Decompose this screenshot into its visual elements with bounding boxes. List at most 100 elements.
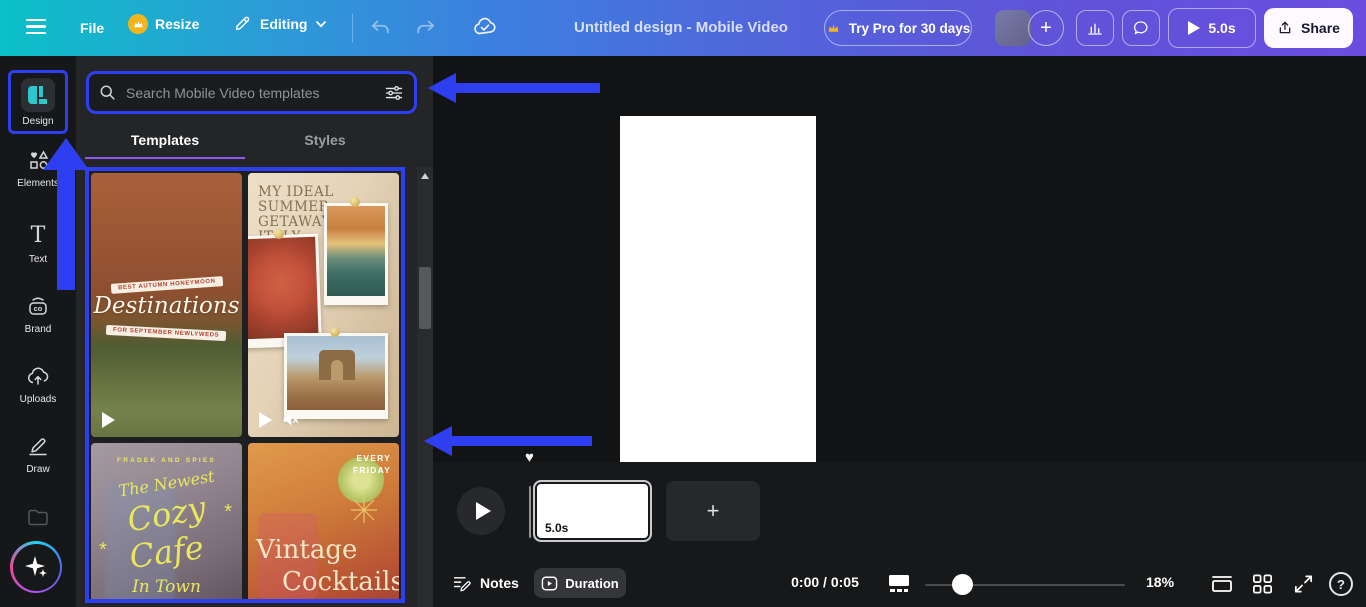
filter-sliders-icon[interactable]	[384, 84, 404, 102]
play-icon	[1188, 21, 1200, 35]
template-ribbon: FOR SEPTEMBER NEWLYWEDS	[106, 325, 227, 341]
search-input[interactable]	[124, 84, 376, 102]
tab-templates[interactable]: Templates	[85, 126, 245, 159]
undo-button[interactable]	[369, 18, 391, 38]
scroll-up-icon[interactable]	[421, 173, 429, 179]
template-card-italy-getaway[interactable]: MY IDEAL SUMMER GETAWAY IN ITALY	[248, 173, 399, 437]
template-badge: EVERY FRIDAY	[341, 453, 391, 477]
sidebar-item-brand[interactable]: co Brand	[0, 294, 76, 335]
magic-assistant-button[interactable]	[10, 541, 62, 593]
help-button[interactable]: ?	[1329, 572, 1353, 596]
folder-icon	[25, 505, 51, 529]
mute-icon	[282, 412, 299, 428]
pages-view-icon[interactable]	[1210, 573, 1234, 595]
fullscreen-icon[interactable]	[1292, 573, 1315, 595]
sparkle-asterisk: *	[224, 501, 232, 524]
zoom-level[interactable]: 18%	[1146, 574, 1174, 590]
present-play-button[interactable]: 5.0s	[1168, 8, 1256, 48]
timeline-view-icon[interactable]	[887, 573, 911, 595]
template-title: Destinations	[91, 293, 242, 319]
scrollbar-thumb[interactable]	[419, 267, 431, 329]
zoom-slider-thumb[interactable]	[952, 574, 973, 595]
plus-icon: +	[1040, 17, 1052, 40]
search-bar[interactable]	[86, 71, 417, 114]
timeline-play-button[interactable]	[457, 487, 505, 535]
notes-icon	[452, 574, 471, 592]
sidebar-item-design[interactable]: Design	[8, 70, 68, 134]
template-ribbon: BEST AUTUMN HONEYMOON	[110, 276, 222, 294]
search-icon	[99, 84, 116, 101]
sidebar-item-elements[interactable]: Elements	[0, 148, 76, 189]
menu-icon[interactable]	[26, 15, 46, 38]
template-subtitle: FRADEK AND SPIES	[91, 457, 242, 464]
plus-icon: +	[707, 498, 720, 524]
polaroid-venice	[324, 203, 388, 305]
top-bar: File Resize Editing Untitled design - Mo…	[0, 0, 1366, 56]
avatar[interactable]	[995, 10, 1031, 46]
duration-button[interactable]: Duration	[534, 568, 626, 598]
add-page-button[interactable]: +	[666, 481, 760, 541]
sparkle-asterisk: *	[99, 539, 107, 562]
sidebar-item-projects[interactable]	[0, 505, 76, 529]
redo-button[interactable]	[415, 18, 437, 38]
question-mark-icon: ?	[1337, 577, 1345, 592]
insights-button[interactable]	[1076, 10, 1114, 46]
comment-bubble-icon	[1132, 19, 1150, 37]
notes-button[interactable]: Notes	[452, 574, 519, 592]
pencil-icon	[233, 14, 252, 33]
template-line: Cocktails	[282, 567, 399, 597]
chevron-down-icon	[315, 18, 327, 30]
polaroid-pizza	[248, 234, 322, 349]
sidebar-item-uploads[interactable]: Uploads	[0, 364, 76, 405]
design-page[interactable]	[620, 116, 816, 462]
crown-icon	[826, 22, 841, 35]
add-member-button[interactable]: +	[1028, 10, 1064, 46]
page-duration-label: 5.0s	[545, 521, 568, 535]
toolbar-divider	[352, 14, 353, 42]
document-title[interactable]: Untitled design - Mobile Video	[540, 19, 822, 36]
status-bar: Notes Duration 0:00 / 0:05 18%	[433, 572, 1366, 607]
templates-grid: BEST AUTUMN HONEYMOON Destinations FOR S…	[85, 167, 405, 603]
cloud-upload-icon	[25, 364, 51, 388]
grid-view-icon[interactable]	[1251, 573, 1274, 595]
panel-tabs: Templates Styles	[85, 126, 405, 159]
sidebar-item-draw[interactable]: Draw	[0, 434, 76, 475]
page-thumbnail[interactable]: 5.0s	[533, 480, 652, 542]
tab-styles[interactable]: Styles	[245, 126, 405, 159]
template-line: In Town	[91, 577, 242, 597]
template-card-vintage-cocktails[interactable]: EVERY FRIDAY Vintage Cocktails	[248, 443, 399, 603]
pin	[330, 327, 340, 337]
bar-chart-icon	[1086, 19, 1104, 37]
trim-handle[interactable]	[529, 486, 531, 538]
try-pro-button[interactable]: Try Pro for 30 days	[824, 10, 972, 46]
pin	[274, 229, 284, 239]
duration-icon	[541, 576, 558, 591]
share-button[interactable]: Share	[1264, 8, 1353, 48]
canva-editor: File Resize Editing Untitled design - Mo…	[0, 0, 1366, 607]
sparkle-icon	[23, 554, 49, 580]
svg-text:co: co	[34, 304, 43, 313]
template-card-cozy-cafe[interactable]: FRADEK AND SPIES The Newest Cozy Cafe In…	[91, 443, 242, 603]
panel-scrollbar[interactable]	[417, 167, 433, 607]
cloud-saved-icon	[472, 16, 498, 38]
pin	[350, 197, 360, 207]
play-icon	[102, 412, 115, 428]
template-line: Vintage	[256, 535, 357, 565]
play-icon	[476, 502, 491, 520]
editing-mode-dropdown[interactable]: Editing	[233, 14, 327, 33]
crown-icon	[128, 14, 148, 34]
design-icon	[21, 78, 55, 112]
timeline-panel: ♥ 5.0s + Notes Duration	[433, 462, 1366, 607]
play-icon	[259, 412, 272, 428]
heart-marker-icon: ♥	[525, 449, 534, 466]
time-display: 0:00 / 0:05	[770, 574, 880, 590]
share-upload-icon	[1277, 20, 1293, 36]
sidebar: Design Elements T Text co Brand	[0, 56, 76, 607]
sunburst-icon	[349, 495, 379, 525]
sidebar-item-text[interactable]: T Text	[0, 224, 76, 265]
comments-button[interactable]	[1122, 10, 1160, 46]
resize-button[interactable]: Resize	[128, 14, 199, 34]
template-card-autumn-destinations[interactable]: BEST AUTUMN HONEYMOON Destinations FOR S…	[91, 173, 242, 437]
text-icon: T	[31, 224, 46, 248]
file-menu-button[interactable]: File	[80, 20, 104, 36]
